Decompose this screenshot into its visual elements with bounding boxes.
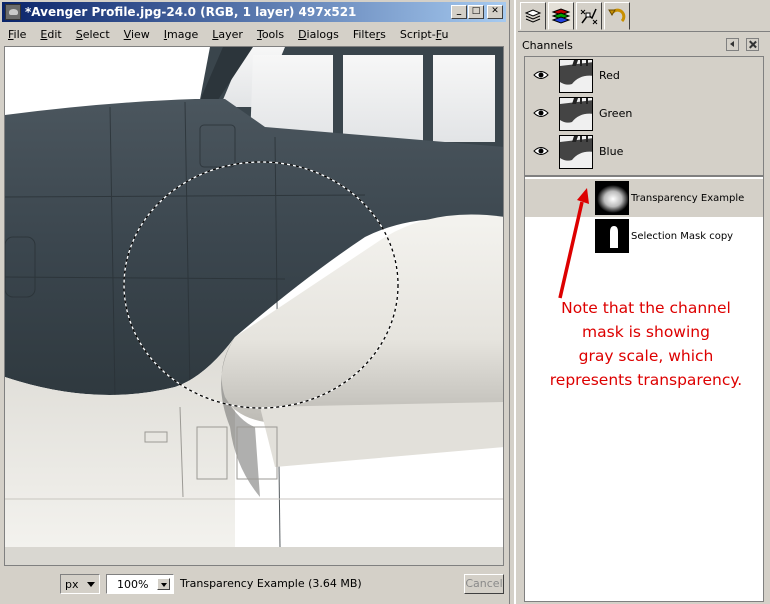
image-canvas[interactable] [4,46,504,566]
menu-filters[interactable]: Filters [353,28,386,41]
close-button[interactable]: ✕ [487,5,503,19]
channel-label: Blue [599,145,624,158]
title-bar[interactable]: *Avenger Profile.jpg-24.0 (RGB, 1 layer)… [2,2,506,22]
tab-divider [518,31,770,32]
zoom-value: 100% [117,577,149,591]
unit-value: px [65,577,79,591]
status-bar: px 100% Transparency Example (3.64 MB) C… [2,570,508,598]
menu-image[interactable]: Image [164,28,198,41]
panel-menu-button[interactable] [726,38,739,51]
menu-script-fu[interactable]: Script-Fu [400,28,449,41]
channel-row-blue[interactable]: Blue [525,133,763,171]
annotation-note: Note that the channel mask is showing gr… [522,296,770,392]
aircraft-image [5,47,503,565]
unit-select[interactable]: px [60,574,100,594]
channel-row-red[interactable]: Red [525,57,763,95]
zoom-dropdown-button[interactable] [157,578,170,590]
tab-layers[interactable] [520,2,546,30]
eye-icon[interactable] [533,107,549,119]
annotation-line: represents transparency. [549,371,743,389]
menu-dialogs[interactable]: Dialogs [298,28,339,41]
channel-list: Red Green Blue [524,56,764,176]
annotation-line: Note that the channel [561,299,731,317]
maximize-button[interactable]: □ [468,5,484,19]
menu-view[interactable]: View [124,28,150,41]
channel-thumbnail [559,135,593,169]
zoom-combo[interactable]: 100% [106,574,174,594]
status-message: Transparency Example (3.64 MB) [180,577,362,590]
channels-icon [551,8,571,24]
image-window: *Avenger Profile.jpg-24.0 (RGB, 1 layer)… [0,0,510,604]
channel-row-green[interactable]: Green [525,95,763,133]
channel-label: Red [599,69,620,82]
tab-channels[interactable] [548,2,574,30]
tab-undo-history[interactable] [604,2,630,30]
mask-label: Transparency Example [631,193,745,204]
mask-thumbnail [595,219,629,253]
layers-icon [524,9,542,23]
tab-paths[interactable] [576,2,602,30]
mask-label: Selection Mask copy [631,231,734,242]
channel-thumbnail [559,59,593,93]
channel-label: Green [599,107,633,120]
dock-tabs [520,2,632,32]
undo-history-icon [608,8,626,23]
annotation-arrow [558,188,589,299]
menu-select[interactable]: Select [76,28,110,41]
menu-layer[interactable]: Layer [212,28,243,41]
annotation-line: gray scale, which [578,347,714,365]
menu-bar: File Edit Select View Image Layer Tools … [2,24,506,44]
eye-icon[interactable] [533,69,549,81]
menu-file[interactable]: File [8,28,26,41]
annotation-line: mask is showing [582,323,710,341]
panel-close-button[interactable] [746,38,759,51]
cancel-button[interactable]: Cancel [464,574,504,594]
chevron-down-icon [87,582,95,587]
panel-title: Channels [522,39,573,52]
menu-tools[interactable]: Tools [257,28,284,41]
paths-icon [580,8,598,25]
mask-thumbnail [595,181,629,215]
channel-thumbnail [559,97,593,131]
screen: *Avenger Profile.jpg-24.0 (RGB, 1 layer)… [0,0,770,604]
menu-edit[interactable]: Edit [40,28,61,41]
minimize-button[interactable]: _ [451,5,467,19]
gimp-app-icon[interactable] [5,4,21,20]
window-title: *Avenger Profile.jpg-24.0 (RGB, 1 layer)… [25,5,357,19]
eye-icon[interactable] [533,145,549,157]
